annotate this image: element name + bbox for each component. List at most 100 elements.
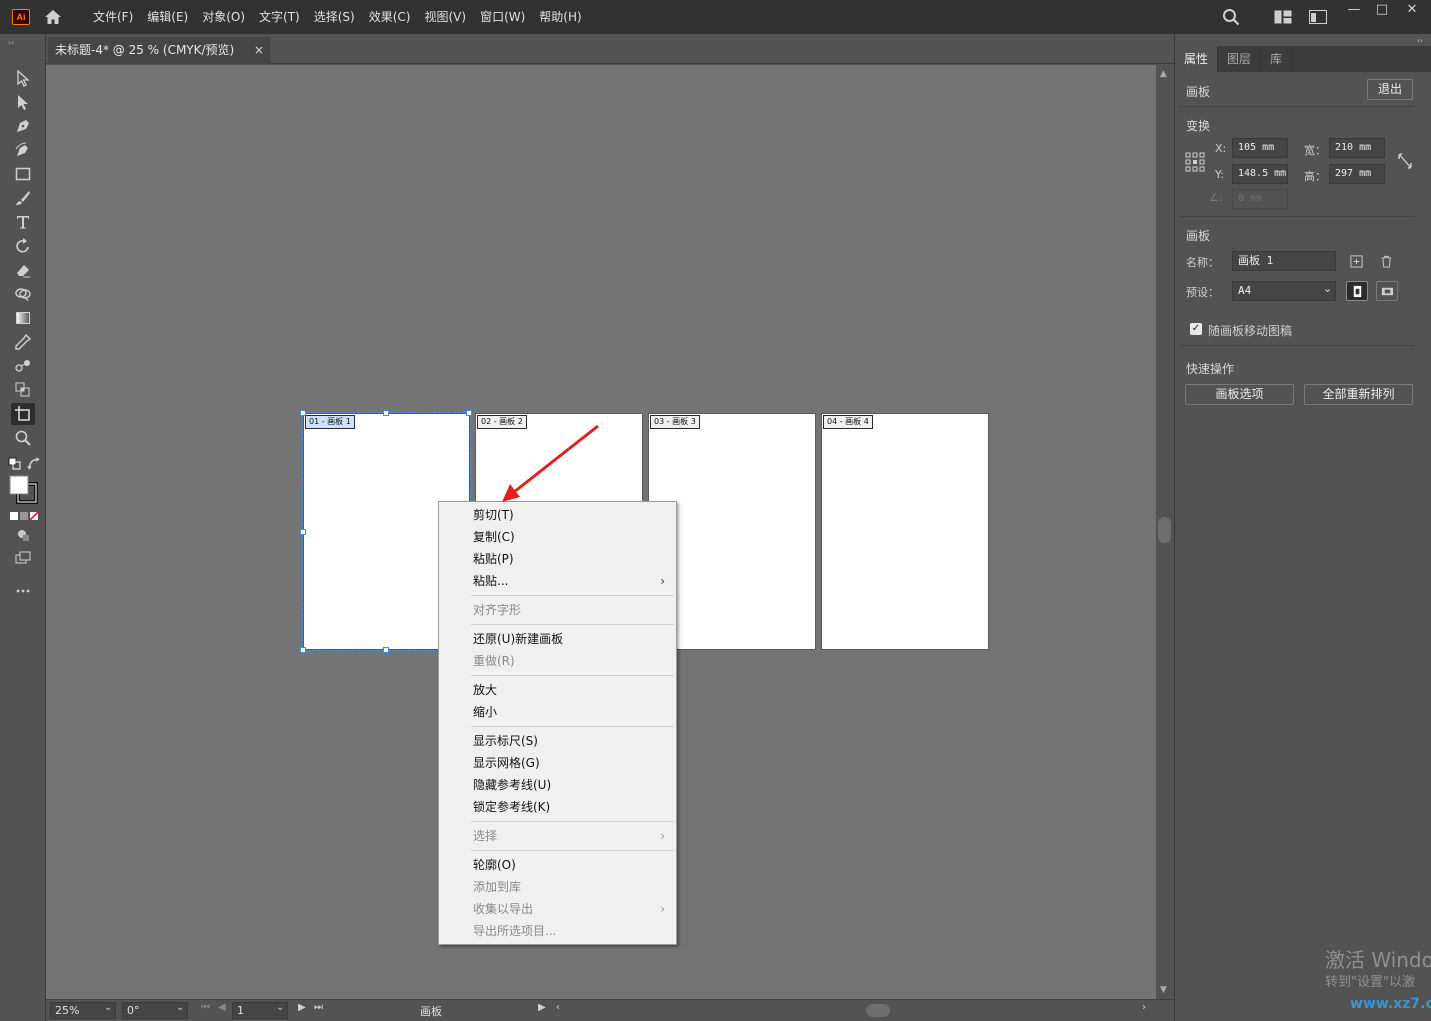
swap-fill-stroke-icon[interactable]: [26, 453, 42, 475]
artboard-label[interactable]: 02 - 画板 2: [477, 415, 527, 429]
rearrange-all-button[interactable]: 全部重新排列: [1304, 384, 1413, 405]
chevron-down-icon[interactable]: ⌄: [176, 1002, 184, 1013]
search-icon[interactable]: [1222, 8, 1240, 26]
live-paint-tool-icon[interactable]: [11, 379, 35, 401]
context-menu-item[interactable]: 缩小: [439, 701, 676, 723]
horizontal-scroll-thumb[interactable]: [866, 1004, 890, 1017]
status-mode-label[interactable]: 画板: [420, 1003, 442, 1019]
chevron-down-icon[interactable]: ⌄: [1323, 282, 1332, 295]
next-artboard-icon[interactable]: ▶: [298, 1002, 306, 1013]
draw-mode-icon[interactable]: [11, 524, 35, 546]
menu-item[interactable]: 帮助(H): [532, 0, 588, 34]
menu-item[interactable]: 编辑(E): [140, 0, 195, 34]
menu-item[interactable]: 文字(T): [252, 0, 307, 34]
constrain-proportions-icon[interactable]: [1397, 152, 1413, 170]
artboard-tool-icon[interactable]: [11, 403, 35, 425]
blend-tool-icon[interactable]: [11, 355, 35, 377]
pen-tool-icon[interactable]: [11, 115, 35, 137]
exit-button[interactable]: 退出: [1367, 79, 1413, 100]
collapse-panel-icon[interactable]: ››: [1417, 36, 1423, 45]
context-menu-item[interactable]: 轮廓(O): [439, 854, 676, 876]
previous-artboard-icon[interactable]: ◀: [218, 1002, 226, 1013]
context-menu-item[interactable]: 还原(U)新建画板: [439, 628, 676, 650]
gradient-tool-icon[interactable]: [11, 307, 35, 329]
tab-properties[interactable]: 属性: [1175, 46, 1219, 72]
context-menu-item[interactable]: 显示标尺(S): [439, 730, 676, 752]
scroll-left-icon[interactable]: ‹: [556, 1002, 560, 1013]
artboard-4[interactable]: 04 - 画板 4: [821, 413, 989, 650]
preset-select[interactable]: A4: [1232, 281, 1336, 301]
resize-handle[interactable]: [300, 529, 306, 535]
width-field[interactable]: 210 mm: [1329, 138, 1385, 158]
landscape-orientation-icon[interactable]: [1376, 281, 1398, 301]
resize-handle[interactable]: [383, 647, 389, 653]
close-window-button[interactable]: ✕: [1396, 0, 1428, 22]
menu-item[interactable]: 文件(F): [86, 0, 140, 34]
selection-tool-icon[interactable]: [11, 67, 35, 89]
context-menu-item[interactable]: 复制(C): [439, 526, 676, 548]
artboard-options-button[interactable]: 画板选项: [1185, 384, 1294, 405]
shape-builder-tool-icon[interactable]: [11, 283, 35, 305]
rotate-tool-icon[interactable]: [11, 235, 35, 257]
context-menu-item[interactable]: 剪切(T): [439, 504, 676, 526]
resize-handle[interactable]: [466, 410, 472, 416]
eyedropper-tool-icon[interactable]: [11, 331, 35, 353]
menu-item[interactable]: 视图(V): [417, 0, 473, 34]
maximize-button[interactable]: □: [1366, 0, 1398, 22]
move-artwork-label[interactable]: 随画板移动图稿: [1208, 322, 1292, 339]
scroll-down-icon[interactable]: ▼: [1160, 985, 1167, 995]
document-tab[interactable]: 未标题-4* @ 25 % (CMYK/预览) ×: [48, 37, 270, 64]
color-mode-icon[interactable]: [9, 510, 39, 522]
fill-stroke-swatch-icon[interactable]: [8, 474, 40, 504]
artboard-label[interactable]: 03 - 画板 3: [650, 415, 700, 429]
artboard-label[interactable]: 04 - 画板 4: [823, 415, 873, 429]
resize-handle[interactable]: [300, 647, 306, 653]
context-menu-item[interactable]: 锁定参考线(K): [439, 796, 676, 818]
rectangle-tool-icon[interactable]: [11, 163, 35, 185]
home-icon[interactable]: [43, 7, 63, 27]
tab-libraries[interactable]: 库: [1261, 46, 1293, 72]
status-menu-icon[interactable]: ▶: [538, 1002, 546, 1013]
scroll-thumb[interactable]: [1158, 517, 1171, 543]
trash-icon[interactable]: [1375, 251, 1397, 271]
context-menu-item[interactable]: 隐藏参考线(U): [439, 774, 676, 796]
panel-grip-icon[interactable]: ››: [8, 38, 14, 47]
scroll-up-icon[interactable]: ▲: [1160, 69, 1167, 79]
artboard-name-field[interactable]: 画板 1: [1232, 251, 1336, 271]
new-artboard-icon[interactable]: [1345, 251, 1367, 271]
y-field[interactable]: 148.5 mm: [1232, 164, 1288, 184]
context-menu-item[interactable]: 粘贴... ›: [439, 570, 676, 592]
move-artwork-checkbox[interactable]: ✓: [1190, 323, 1202, 335]
menu-item[interactable]: 对象(O): [195, 0, 252, 34]
portrait-orientation-icon[interactable]: [1346, 281, 1368, 301]
edit-toolbar-icon[interactable]: [11, 580, 35, 602]
tab-layers[interactable]: 图层: [1218, 46, 1262, 72]
vertical-scrollbar[interactable]: ▲ ▼: [1156, 65, 1174, 999]
direct-selection-tool-icon[interactable]: [11, 91, 35, 113]
default-fill-stroke-icon[interactable]: [8, 453, 22, 475]
resize-handle[interactable]: [383, 410, 389, 416]
paintbrush-tool-icon[interactable]: [11, 187, 35, 209]
chevron-down-icon[interactable]: ⌄: [276, 1002, 284, 1013]
context-menu-item[interactable]: 粘贴(P): [439, 548, 676, 570]
x-field[interactable]: 105 mm: [1232, 138, 1288, 158]
close-tab-icon[interactable]: ×: [254, 37, 264, 64]
last-artboard-icon[interactable]: ⏭: [314, 1002, 323, 1013]
menu-item[interactable]: 窗口(W): [473, 0, 532, 34]
chevron-down-icon[interactable]: ⌄: [104, 1002, 112, 1013]
zoom-tool-icon[interactable]: [11, 427, 35, 449]
workspace-layout-icon[interactable]: [1274, 10, 1292, 24]
menu-item[interactable]: 效果(C): [362, 0, 418, 34]
artboard-label[interactable]: 01 - 画板 1: [305, 415, 355, 429]
context-menu-item[interactable]: 放大: [439, 679, 676, 701]
height-field[interactable]: 297 mm: [1329, 164, 1385, 184]
curvature-tool-icon[interactable]: [11, 139, 35, 161]
menu-item[interactable]: 选择(S): [307, 0, 362, 34]
resize-handle[interactable]: [300, 410, 306, 416]
scroll-right-icon[interactable]: ›: [1142, 1002, 1146, 1013]
type-tool-icon[interactable]: [11, 211, 35, 233]
first-artboard-icon[interactable]: ⏮: [201, 1002, 210, 1013]
arrange-documents-icon[interactable]: [1309, 10, 1327, 24]
eraser-tool-icon[interactable]: [11, 259, 35, 281]
screen-mode-icon[interactable]: [11, 548, 35, 570]
